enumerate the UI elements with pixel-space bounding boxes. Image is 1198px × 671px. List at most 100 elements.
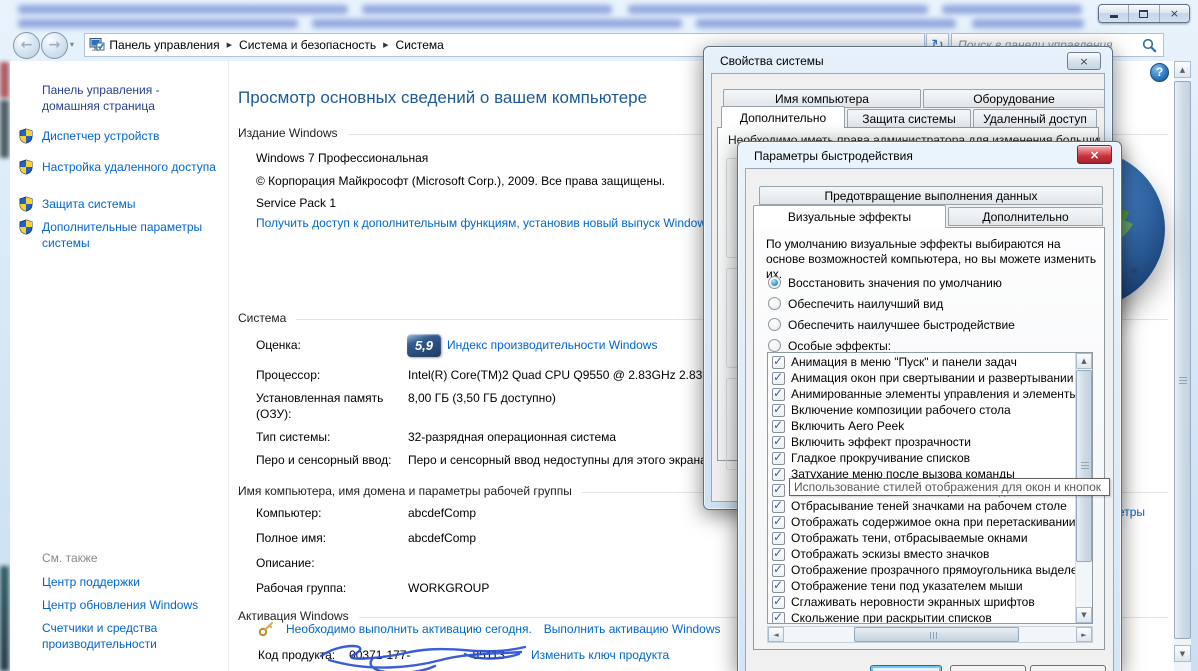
registered-trademark-symbol: ® bbox=[1130, 267, 1139, 277]
sidebar-item-system-protection[interactable]: Защита системы bbox=[19, 196, 220, 212]
activate-windows-link[interactable]: Выполнить активацию Windows bbox=[544, 622, 721, 636]
tab[interactable]: Визуальные эффекты bbox=[753, 205, 946, 228]
breadcrumb-item[interactable]: ▶ Панель управления bbox=[90, 34, 220, 56]
checkbox-checked-icon[interactable]: ✓ bbox=[772, 594, 785, 609]
tab[interactable]: Дополнительно bbox=[948, 207, 1103, 226]
recent-pages-dropdown-icon[interactable]: ▾ bbox=[70, 40, 74, 49]
sidebar-item-advanced-settings[interactable]: Дополнительные параметры системы bbox=[19, 219, 220, 251]
sidebar-item-control-panel-home[interactable]: Панель управления - домашняя страница bbox=[42, 82, 220, 114]
checkbox-checked-icon[interactable]: ✓ bbox=[772, 418, 785, 433]
scroll-right-button[interactable]: ► bbox=[1076, 627, 1092, 642]
performance-index-link[interactable]: Индекс производительности Windows bbox=[447, 338, 657, 352]
tab[interactable]: Защита системы bbox=[847, 109, 971, 128]
radio-option[interactable]: Обеспечить наилучший вид bbox=[768, 293, 1015, 314]
checkbox-checked-icon[interactable]: ✓ bbox=[772, 610, 785, 623]
scroll-down-icon: ▼ bbox=[1081, 611, 1087, 619]
radio-button-icon[interactable] bbox=[768, 318, 781, 331]
checkbox-checked-icon[interactable]: ✓ bbox=[772, 450, 785, 465]
checkbox-checked-icon[interactable]: ✓ bbox=[772, 466, 785, 481]
help-icon: ? bbox=[1155, 65, 1164, 79]
sidebar-item-windows-update[interactable]: Центр обновления Windows bbox=[42, 597, 220, 613]
effect-item[interactable]: ✓ Включение композиции рабочего стола bbox=[768, 402, 1075, 418]
tab[interactable]: Оборудование bbox=[923, 89, 1105, 108]
effect-item[interactable]: ✓ Отображать содержимое окна при перетас… bbox=[768, 514, 1075, 530]
list-horizontal-scrollbar[interactable]: ◄ ► bbox=[767, 626, 1093, 643]
effect-item[interactable]: ✓ Отображать тени, отбрасываемые окнами bbox=[768, 530, 1075, 546]
sidebar-item-remote-settings[interactable]: Настройка удаленного доступа bbox=[19, 159, 220, 175]
checkbox-checked-icon[interactable]: ✓ bbox=[772, 370, 785, 385]
radio-option[interactable]: Восстановить значения по умолчанию bbox=[768, 272, 1015, 293]
effect-item[interactable]: ✓ Сглаживать неровности экранных шрифтов bbox=[768, 594, 1075, 610]
explorer-scrollbar[interactable]: ▲ ▼ bbox=[1174, 61, 1191, 671]
effect-item[interactable]: ✓ Включить эффект прозрачности bbox=[768, 434, 1075, 450]
checkbox-checked-icon[interactable]: ✓ bbox=[772, 514, 785, 529]
effect-item[interactable]: ✓ Отображать эскизы вместо значков bbox=[768, 546, 1075, 562]
scroll-left-button[interactable]: ◄ bbox=[768, 627, 784, 642]
tab[interactable]: Дополнительно bbox=[721, 106, 845, 128]
change-product-key-link[interactable]: Изменить ключ продукта bbox=[531, 648, 669, 662]
radio-button-icon[interactable] bbox=[768, 297, 781, 310]
checkbox-checked-icon[interactable]: ✓ bbox=[772, 562, 785, 577]
search-icon bbox=[1142, 38, 1157, 52]
radio-button-icon[interactable] bbox=[768, 339, 781, 352]
effect-item[interactable]: ✓ Включить Aero Peek bbox=[768, 418, 1075, 434]
effect-item[interactable]: ✓ Скольжение при раскрытии списков bbox=[768, 610, 1075, 623]
tab-data-execution-prevention[interactable]: Предотвращение выполнения данных bbox=[759, 186, 1103, 205]
close-icon: × bbox=[1079, 54, 1089, 68]
checkbox-checked-icon[interactable]: ✓ bbox=[772, 434, 785, 449]
pen-scribble-over-product-key bbox=[319, 644, 527, 671]
breadcrumb-item[interactable]: ▶ Система и безопасность bbox=[220, 34, 377, 56]
tab[interactable]: Удаленный доступ bbox=[973, 109, 1097, 128]
cancel-button[interactable] bbox=[950, 665, 1026, 671]
radio-button-icon[interactable] bbox=[768, 276, 781, 289]
checkbox-checked-icon[interactable]: ✓ bbox=[772, 386, 785, 401]
radio-option[interactable]: Обеспечить наилучшее быстродействие bbox=[768, 314, 1015, 335]
close-button[interactable]: × bbox=[1077, 145, 1112, 164]
scroll-down-button[interactable]: ▼ bbox=[1174, 645, 1191, 662]
activation-status-row: Необходимо выполнить активацию сегодня. … bbox=[258, 620, 721, 637]
sidebar-item-device-manager[interactable]: Диспетчер устройств bbox=[19, 128, 220, 144]
blurred-background-text bbox=[628, 5, 928, 14]
scrollbar-thumb[interactable] bbox=[1076, 370, 1092, 562]
scrollbar-thumb[interactable] bbox=[854, 627, 1019, 642]
score-label: Оценка: bbox=[256, 338, 301, 352]
scroll-up-icon: ▲ bbox=[1081, 357, 1087, 365]
effect-item[interactable]: ✓ Гладкое прокручивание списков bbox=[768, 450, 1075, 466]
scroll-up-button[interactable]: ▲ bbox=[1076, 353, 1092, 369]
maximize-button[interactable] bbox=[1129, 5, 1160, 22]
window-caption-buttons: × bbox=[1098, 4, 1190, 23]
breadcrumb-item[interactable]: ▶ Система bbox=[376, 34, 444, 56]
effect-item[interactable]: ✓ Отображение прозрачного прямоугольника… bbox=[768, 562, 1075, 578]
scroll-up-button[interactable]: ▲ bbox=[1174, 61, 1191, 78]
forward-button[interactable]: → bbox=[41, 32, 68, 59]
effect-item[interactable]: ✓ Отображение тени под указателем мыши bbox=[768, 578, 1075, 594]
scroll-down-button[interactable]: ▼ bbox=[1076, 607, 1092, 623]
checkbox-checked-icon[interactable]: ✓ bbox=[772, 578, 785, 593]
apply-button[interactable] bbox=[1030, 665, 1106, 671]
sidebar-item-performance-tools[interactable]: Счетчики и средства производительности bbox=[42, 620, 220, 652]
checkbox-checked-icon[interactable]: ✓ bbox=[772, 498, 785, 513]
blurred-background-text bbox=[942, 5, 1082, 14]
close-button[interactable]: × bbox=[1159, 5, 1189, 22]
sidebar-item-action-center[interactable]: Центр поддержки bbox=[42, 574, 220, 590]
scrollbar-thumb[interactable] bbox=[1174, 81, 1191, 639]
close-button[interactable]: × bbox=[1067, 52, 1101, 70]
sidebar: Панель управления - домашняя страница Ди… bbox=[10, 61, 229, 671]
checkbox-checked-icon[interactable]: ✓ bbox=[772, 402, 785, 417]
checkbox-checked-icon[interactable]: ✓ bbox=[772, 530, 785, 545]
effect-item[interactable]: ✓ Отбрасывание теней значками на рабочем… bbox=[768, 498, 1075, 514]
help-button[interactable]: ? bbox=[1150, 63, 1169, 82]
minimize-button[interactable] bbox=[1099, 5, 1130, 22]
checkbox-checked-icon[interactable]: ✓ bbox=[772, 546, 785, 561]
effect-item[interactable]: ✓ Анимация в меню "Пуск" и панели задач bbox=[768, 354, 1075, 370]
blurred-background-text bbox=[696, 19, 956, 28]
checkbox-checked-icon[interactable]: ✓ bbox=[772, 354, 785, 369]
effect-item[interactable]: ✓ Анимация окон при свертывании и развер… bbox=[768, 370, 1075, 386]
ok-button[interactable] bbox=[870, 665, 942, 671]
background-window-edge bbox=[0, 62, 9, 98]
effect-item-tooltip: Использование стилей отображения для око… bbox=[789, 478, 1110, 496]
checkbox-checked-icon[interactable]: ✓ bbox=[772, 482, 785, 497]
effect-item[interactable]: ✓ Анимированные элементы управления и эл… bbox=[768, 386, 1075, 402]
back-button[interactable]: ← bbox=[13, 32, 40, 59]
visual-effects-radio-group: Восстановить значения по умолчанию Обесп… bbox=[768, 272, 1015, 356]
